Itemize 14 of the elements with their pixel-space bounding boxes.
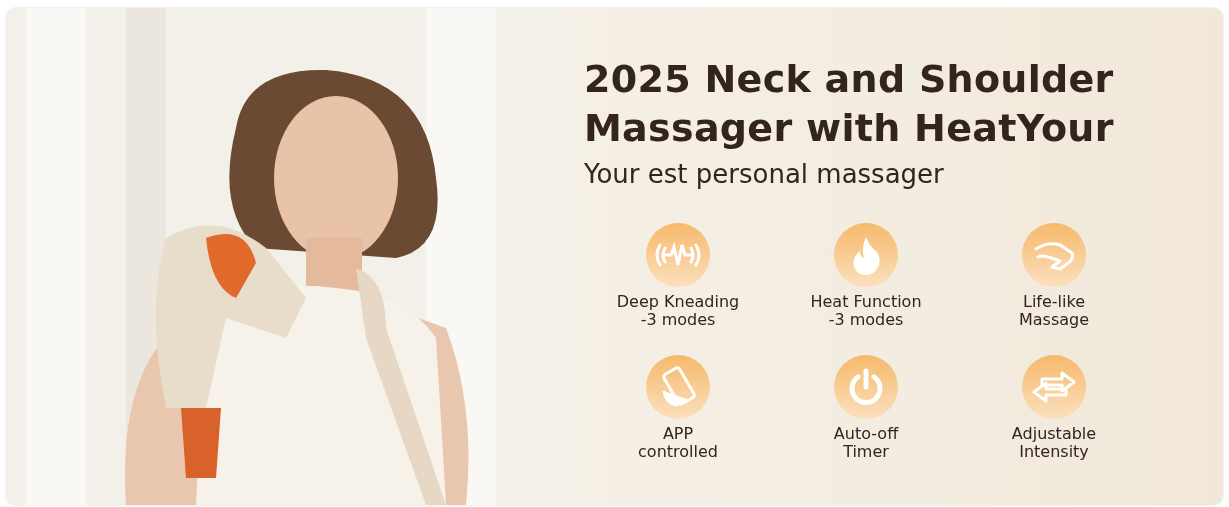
vibration-icon (646, 223, 710, 287)
feature-label: Adjustable Intensity (1011, 425, 1097, 461)
feature-label: Life-like Massage (1018, 293, 1090, 329)
banner-title: 2025 Neck and Shoulder Massager with HeatYour (584, 56, 1115, 152)
banner-subtitle: Your est personal massager (584, 159, 945, 189)
phone-icon (646, 355, 710, 419)
feature-label: APP controlled (638, 425, 718, 461)
hand-icon (1022, 223, 1086, 287)
feature-label: Deep Kneading -3 modes (616, 293, 740, 329)
feature-label: Auto-off Timer (833, 425, 899, 461)
feature-label: Heat Function -3 modes (810, 293, 922, 329)
flame-icon (834, 223, 898, 287)
arrows-icon (1022, 355, 1086, 419)
power-icon (834, 355, 898, 419)
